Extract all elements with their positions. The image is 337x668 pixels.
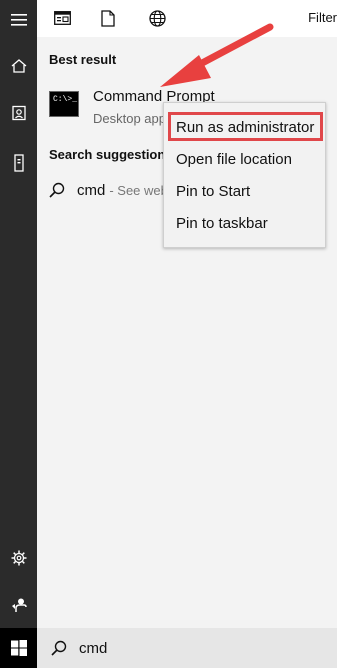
left-rail: [0, 0, 37, 668]
context-menu: Run as administrator Open file location …: [163, 102, 326, 248]
filter-bar: Filter: [37, 0, 337, 37]
menu-item-open-file-location[interactable]: Open file location: [176, 151, 292, 168]
apps-filter-icon: [53, 11, 71, 25]
gear-icon: [11, 550, 26, 566]
search-icon: [49, 182, 65, 198]
feedback-button[interactable]: [0, 587, 37, 623]
home-icon: [11, 59, 26, 73]
notebook-icon: [11, 105, 26, 121]
command-prompt-icon[interactable]: C:\>_: [49, 91, 79, 117]
command-prompt-icon-text: C:\>_: [53, 95, 78, 104]
search-box[interactable]: cmd: [37, 628, 337, 668]
home-button[interactable]: [0, 48, 37, 84]
hamburger-icon: [10, 14, 27, 26]
best-result-subtitle: Desktop app: [93, 111, 166, 126]
settings-button[interactable]: [0, 540, 37, 576]
hamburger-menu-button[interactable]: [0, 2, 37, 38]
menu-item-run-as-administrator[interactable]: Run as administrator: [176, 119, 314, 136]
start-button[interactable]: [0, 628, 37, 668]
search-query[interactable]: cmd: [79, 640, 107, 657]
search-suggestions-heading: Search suggestions: [49, 147, 173, 162]
suggestion-query: cmd: [77, 181, 106, 199]
documents-filter-button[interactable]: [99, 9, 117, 27]
filters-button[interactable]: Filter: [308, 10, 337, 25]
device-button[interactable]: [0, 145, 37, 181]
device-icon: [13, 154, 24, 172]
feedback-icon: [11, 598, 27, 612]
menu-item-pin-to-taskbar[interactable]: Pin to taskbar: [176, 215, 268, 232]
web-filter-icon: [148, 9, 166, 27]
web-filter-button[interactable]: [148, 9, 166, 27]
menu-item-pin-to-start[interactable]: Pin to Start: [176, 183, 250, 200]
best-result-heading: Best result: [49, 52, 117, 67]
documents-filter-icon: [101, 9, 115, 27]
windows-logo-icon: [10, 640, 27, 656]
search-icon: [51, 640, 67, 656]
notebook-button[interactable]: [0, 95, 37, 131]
suggestion-item[interactable]: cmd - See web: [49, 179, 168, 201]
suggestion-suffix: - See web: [109, 182, 168, 198]
apps-filter-button[interactable]: [53, 9, 71, 27]
